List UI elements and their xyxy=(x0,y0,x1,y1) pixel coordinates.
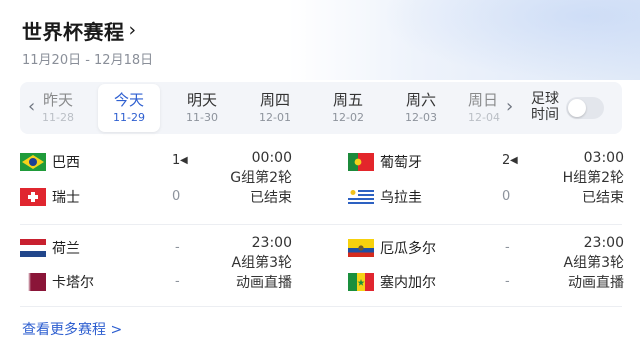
away-score: - xyxy=(175,274,180,289)
day-tab-thursday[interactable]: 周四 12-01 xyxy=(245,82,305,134)
day-tab-tomorrow[interactable]: 明天 11-30 xyxy=(172,82,232,134)
match-card-brazil-switzerland[interactable]: 巴西 1 ◀ 瑞士 0 00:00 G组第2轮 已结束 xyxy=(20,146,320,216)
netherlands-flag-icon xyxy=(20,239,46,257)
match-status: 已结束 xyxy=(582,190,624,206)
team-name: 葡萄牙 xyxy=(380,155,422,171)
chevron-right-icon: › xyxy=(128,19,137,41)
match-meta: 23:00 A组第3轮 动画直播 xyxy=(564,233,624,293)
team-row-away: 瑞士 xyxy=(20,185,80,209)
day-label: 周四 xyxy=(259,91,290,109)
qatar-flag-icon xyxy=(20,273,46,291)
day-date: 11-30 xyxy=(186,111,218,124)
divider xyxy=(20,224,622,225)
day-label: 周日 xyxy=(468,91,499,109)
football-time-label: 足球 时间 xyxy=(528,91,562,123)
day-date: 12-02 xyxy=(332,111,364,124)
divider xyxy=(20,306,622,307)
match-status: 动画直播 xyxy=(236,275,292,291)
match-round: H组第2轮 xyxy=(562,170,624,186)
team-name: 荷兰 xyxy=(52,241,80,257)
day-label: 周五 xyxy=(332,91,363,109)
date-range: 11月20日 - 12月18日 xyxy=(22,53,154,68)
match-round: G组第2轮 xyxy=(230,170,292,186)
brazil-flag-icon xyxy=(20,153,46,171)
match-card-portugal-uruguay[interactable]: 葡萄牙 2 ◀ 乌拉圭 0 03:00 H组第2轮 已结束 xyxy=(348,146,624,216)
portugal-flag-icon xyxy=(348,153,374,171)
team-row-away: 乌拉圭 xyxy=(348,185,422,209)
match-card-ecuador-senegal[interactable]: 厄瓜多尔 - 塞内加尔 - 23:00 A组第3轮 动画直播 xyxy=(348,231,624,301)
football-time-toggle[interactable] xyxy=(566,97,604,119)
away-score: 0 xyxy=(502,189,511,204)
home-score: - xyxy=(505,240,510,255)
view-more-schedule-link[interactable]: 查看更多赛程 > xyxy=(22,319,122,339)
team-row-home: 厄瓜多尔 xyxy=(348,236,436,260)
football-time-text: 足球 时间 xyxy=(531,91,559,123)
team-name: 乌拉圭 xyxy=(380,190,422,206)
match-status: 动画直播 xyxy=(568,275,624,291)
ecuador-flag-icon xyxy=(348,239,374,257)
home-score: - xyxy=(175,240,180,255)
day-date: 11-29 xyxy=(113,111,145,124)
day-date: 12-03 xyxy=(405,111,437,124)
team-row-home: 荷兰 xyxy=(20,236,80,260)
day-label: 昨天 xyxy=(42,91,73,109)
world-cup-schedule-card: 世界杯赛程 › 11月20日 - 12月18日 ‹ 昨天 11-28 今天 11… xyxy=(0,0,640,351)
match-status: 已结束 xyxy=(250,190,292,206)
senegal-flag-icon xyxy=(348,273,374,291)
away-score: 0 xyxy=(172,189,181,204)
team-row-home: 葡萄牙 xyxy=(348,150,422,174)
day-date: 11-28 xyxy=(42,111,74,124)
day-tab-today[interactable]: 今天 11-29 xyxy=(98,84,160,132)
match-time: 03:00 xyxy=(583,150,624,166)
team-name: 卡塔尔 xyxy=(52,275,94,291)
away-score: - xyxy=(505,274,510,289)
chevron-right-icon[interactable]: › xyxy=(506,96,513,117)
winner-marker-icon: ◀ xyxy=(180,155,188,166)
team-name: 塞内加尔 xyxy=(380,275,436,291)
match-meta: 00:00 G组第2轮 已结束 xyxy=(230,148,292,208)
day-label: 明天 xyxy=(186,91,217,109)
match-round: A组第3轮 xyxy=(563,255,624,271)
day-label: 今天 xyxy=(113,91,144,109)
winner-marker-icon: ◀ xyxy=(510,155,518,166)
day-label: 周六 xyxy=(405,91,436,109)
match-time: 00:00 xyxy=(251,150,292,166)
uruguay-flag-icon xyxy=(348,188,374,206)
team-row-home: 巴西 xyxy=(20,150,80,174)
day-tab-saturday[interactable]: 周六 12-03 xyxy=(391,82,451,134)
team-row-away: 塞内加尔 xyxy=(348,270,436,294)
match-time: 23:00 xyxy=(251,235,292,251)
day-tab-friday[interactable]: 周五 12-02 xyxy=(318,82,378,134)
toggle-knob xyxy=(568,99,586,117)
match-meta: 03:00 H组第2轮 已结束 xyxy=(563,148,624,208)
match-round: A组第3轮 xyxy=(231,255,292,271)
title-link[interactable]: 世界杯赛程 › xyxy=(22,16,136,45)
match-meta: 23:00 A组第3轮 动画直播 xyxy=(232,233,292,293)
switzerland-flag-icon xyxy=(20,188,46,206)
day-date: 12-01 xyxy=(259,111,291,124)
match-card-netherlands-qatar[interactable]: 荷兰 - 卡塔尔 - 23:00 A组第3轮 动画直播 xyxy=(20,231,320,301)
team-name: 巴西 xyxy=(52,155,80,171)
day-tab-yesterday[interactable]: 昨天 11-28 xyxy=(34,82,82,134)
page-title: 世界杯赛程 xyxy=(22,20,125,44)
day-date: 12-04 xyxy=(468,111,500,124)
match-time: 23:00 xyxy=(583,235,624,251)
team-name: 瑞士 xyxy=(52,190,80,206)
team-row-away: 卡塔尔 xyxy=(20,270,94,294)
team-name: 厄瓜多尔 xyxy=(380,241,436,257)
day-tab-sunday[interactable]: 周日 12-04 xyxy=(468,82,502,134)
day-selector: ‹ 昨天 11-28 今天 11-29 明天 11-30 周四 12-01 周五… xyxy=(20,82,622,134)
